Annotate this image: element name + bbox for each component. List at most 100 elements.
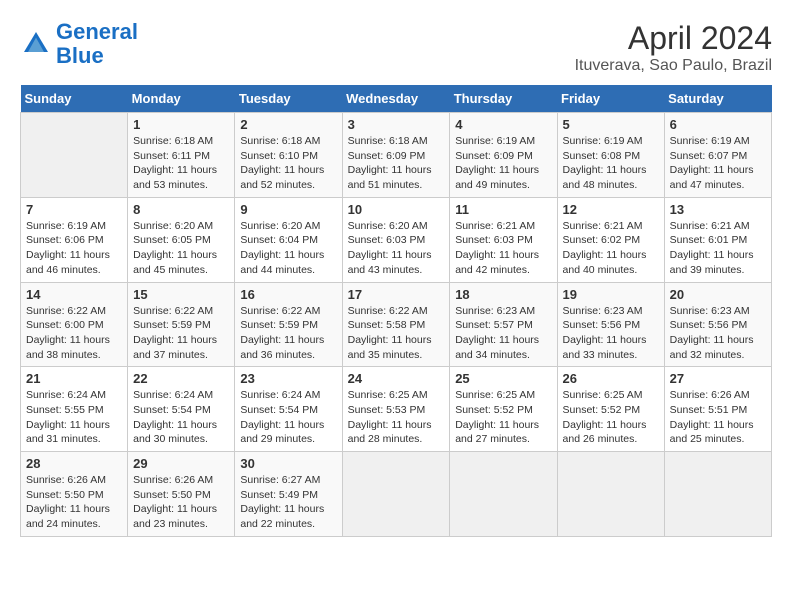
calendar-cell: 11 Sunrise: 6:21 AM Sunset: 6:03 PM Dayli…	[450, 197, 557, 282]
calendar-cell: 17 Sunrise: 6:22 AM Sunset: 5:58 PM Dayli…	[342, 282, 450, 367]
day-number: 17	[348, 287, 445, 302]
week-row-4: 28 Sunrise: 6:26 AM Sunset: 5:50 PM Dayli…	[21, 452, 772, 537]
day-number: 27	[670, 371, 766, 386]
day-number: 20	[670, 287, 766, 302]
calendar-cell: 14Sunrise: 6:22 AM Sunset: 6:00 PM Dayli…	[21, 282, 128, 367]
logo-line2: Blue	[56, 43, 104, 68]
day-number: 4	[455, 117, 551, 132]
day-number: 30	[240, 456, 336, 471]
calendar-cell: 28 Sunrise: 6:26 AM Sunset: 5:50 PM Dayli…	[21, 452, 128, 537]
day-info: Sunrise: 6:22 AM Sunset: 5:58 PM Dayligh…	[348, 304, 445, 363]
day-number: 3	[348, 117, 445, 132]
day-number: 16	[240, 287, 336, 302]
calendar-cell: 19Sunrise: 6:23 AM Sunset: 5:56 PM Dayli…	[557, 282, 664, 367]
header-wednesday: Wednesday	[342, 85, 450, 113]
day-number: 8	[133, 202, 229, 217]
day-number: 28	[26, 456, 122, 471]
location: Ituverava, Sao Paulo, Brazil	[575, 57, 772, 75]
day-number: 26	[563, 371, 659, 386]
day-info: Sunrise: 6:24 AM Sunset: 5:54 PM Dayligh…	[133, 388, 229, 447]
calendar-cell	[342, 452, 450, 537]
day-info: Sunrise: 6:25 AM Sunset: 5:53 PM Dayligh…	[348, 388, 445, 447]
day-number: 24	[348, 371, 445, 386]
day-info: Sunrise: 6:24 AM Sunset: 5:55 PM Dayligh…	[26, 388, 122, 447]
day-number: 25	[455, 371, 551, 386]
calendar-cell: 18Sunrise: 6:23 AM Sunset: 5:57 PM Dayli…	[450, 282, 557, 367]
logo-line1: General	[56, 19, 138, 44]
day-info: Sunrise: 6:26 AM Sunset: 5:50 PM Dayligh…	[133, 473, 229, 532]
day-number: 11	[455, 202, 551, 217]
day-info: Sunrise: 6:20 AM Sunset: 6:03 PM Dayligh…	[348, 219, 445, 278]
calendar-cell: 6 Sunrise: 6:19 AM Sunset: 6:07 PM Daylig…	[664, 113, 771, 198]
day-info: Sunrise: 6:22 AM Sunset: 5:59 PM Dayligh…	[133, 304, 229, 363]
calendar-header-row: SundayMondayTuesdayWednesdayThursdayFrid…	[21, 85, 772, 113]
logo: General Blue	[20, 20, 138, 68]
day-info: Sunrise: 6:19 AM Sunset: 6:09 PM Dayligh…	[455, 134, 551, 193]
calendar-cell: 27 Sunrise: 6:26 AM Sunset: 5:51 PM Dayli…	[664, 367, 771, 452]
calendar-cell: 8 Sunrise: 6:20 AM Sunset: 6:05 PM Daylig…	[128, 197, 235, 282]
calendar-cell: 21 Sunrise: 6:24 AM Sunset: 5:55 PM Dayli…	[21, 367, 128, 452]
day-number: 1	[133, 117, 229, 132]
day-number: 29	[133, 456, 229, 471]
calendar-cell: 7 Sunrise: 6:19 AM Sunset: 6:06 PM Daylig…	[21, 197, 128, 282]
calendar-cell: 16Sunrise: 6:22 AM Sunset: 5:59 PM Dayli…	[235, 282, 342, 367]
calendar-cell: 5Sunrise: 6:19 AM Sunset: 6:08 PM Daylig…	[557, 113, 664, 198]
day-info: Sunrise: 6:25 AM Sunset: 5:52 PM Dayligh…	[455, 388, 551, 447]
day-info: Sunrise: 6:18 AM Sunset: 6:11 PM Dayligh…	[133, 134, 229, 193]
day-info: Sunrise: 6:20 AM Sunset: 6:04 PM Dayligh…	[240, 219, 336, 278]
day-number: 18	[455, 287, 551, 302]
day-number: 22	[133, 371, 229, 386]
calendar-table: SundayMondayTuesdayWednesdayThursdayFrid…	[20, 85, 772, 537]
day-info: Sunrise: 6:19 AM Sunset: 6:07 PM Dayligh…	[670, 134, 766, 193]
logo-icon	[20, 28, 52, 60]
week-row-1: 7 Sunrise: 6:19 AM Sunset: 6:06 PM Daylig…	[21, 197, 772, 282]
calendar-cell	[557, 452, 664, 537]
week-row-3: 21 Sunrise: 6:24 AM Sunset: 5:55 PM Dayli…	[21, 367, 772, 452]
day-number: 6	[670, 117, 766, 132]
calendar-cell: 29 Sunrise: 6:26 AM Sunset: 5:50 PM Dayli…	[128, 452, 235, 537]
header-monday: Monday	[128, 85, 235, 113]
calendar-cell: 25 Sunrise: 6:25 AM Sunset: 5:52 PM Dayli…	[450, 367, 557, 452]
calendar-cell: 3 Sunrise: 6:18 AM Sunset: 6:09 PM Daylig…	[342, 113, 450, 198]
calendar-cell: 13Sunrise: 6:21 AM Sunset: 6:01 PM Dayli…	[664, 197, 771, 282]
day-number: 21	[26, 371, 122, 386]
day-info: Sunrise: 6:23 AM Sunset: 5:56 PM Dayligh…	[563, 304, 659, 363]
calendar-cell: 30Sunrise: 6:27 AM Sunset: 5:49 PM Dayli…	[235, 452, 342, 537]
day-number: 23	[240, 371, 336, 386]
page-header: General Blue April 2024 Ituverava, Sao P…	[20, 20, 772, 75]
day-info: Sunrise: 6:26 AM Sunset: 5:50 PM Dayligh…	[26, 473, 122, 532]
header-saturday: Saturday	[664, 85, 771, 113]
day-info: Sunrise: 6:20 AM Sunset: 6:05 PM Dayligh…	[133, 219, 229, 278]
calendar-cell: 26 Sunrise: 6:25 AM Sunset: 5:52 PM Dayli…	[557, 367, 664, 452]
day-info: Sunrise: 6:21 AM Sunset: 6:01 PM Dayligh…	[670, 219, 766, 278]
week-row-0: 1 Sunrise: 6:18 AM Sunset: 6:11 PM Daylig…	[21, 113, 772, 198]
header-thursday: Thursday	[450, 85, 557, 113]
day-info: Sunrise: 6:25 AM Sunset: 5:52 PM Dayligh…	[563, 388, 659, 447]
header-friday: Friday	[557, 85, 664, 113]
day-info: Sunrise: 6:18 AM Sunset: 6:09 PM Dayligh…	[348, 134, 445, 193]
day-info: Sunrise: 6:26 AM Sunset: 5:51 PM Dayligh…	[670, 388, 766, 447]
day-number: 5	[563, 117, 659, 132]
day-number: 2	[240, 117, 336, 132]
calendar-cell: 22 Sunrise: 6:24 AM Sunset: 5:54 PM Dayli…	[128, 367, 235, 452]
day-info: Sunrise: 6:21 AM Sunset: 6:02 PM Dayligh…	[563, 219, 659, 278]
title-block: April 2024 Ituverava, Sao Paulo, Brazil	[575, 20, 772, 75]
header-sunday: Sunday	[21, 85, 128, 113]
calendar-cell: 15Sunrise: 6:22 AM Sunset: 5:59 PM Dayli…	[128, 282, 235, 367]
day-info: Sunrise: 6:21 AM Sunset: 6:03 PM Dayligh…	[455, 219, 551, 278]
calendar-cell	[664, 452, 771, 537]
logo-text: General Blue	[56, 20, 138, 68]
calendar-cell: 23Sunrise: 6:24 AM Sunset: 5:54 PM Dayli…	[235, 367, 342, 452]
day-info: Sunrise: 6:23 AM Sunset: 5:56 PM Dayligh…	[670, 304, 766, 363]
day-info: Sunrise: 6:18 AM Sunset: 6:10 PM Dayligh…	[240, 134, 336, 193]
month-title: April 2024	[575, 20, 772, 57]
calendar-cell	[450, 452, 557, 537]
day-info: Sunrise: 6:19 AM Sunset: 6:06 PM Dayligh…	[26, 219, 122, 278]
calendar-cell: 20 Sunrise: 6:23 AM Sunset: 5:56 PM Dayli…	[664, 282, 771, 367]
day-info: Sunrise: 6:22 AM Sunset: 6:00 PM Dayligh…	[26, 304, 122, 363]
calendar-cell: 12Sunrise: 6:21 AM Sunset: 6:02 PM Dayli…	[557, 197, 664, 282]
header-tuesday: Tuesday	[235, 85, 342, 113]
day-number: 7	[26, 202, 122, 217]
calendar-cell: 2 Sunrise: 6:18 AM Sunset: 6:10 PM Daylig…	[235, 113, 342, 198]
calendar-cell: 4 Sunrise: 6:19 AM Sunset: 6:09 PM Daylig…	[450, 113, 557, 198]
